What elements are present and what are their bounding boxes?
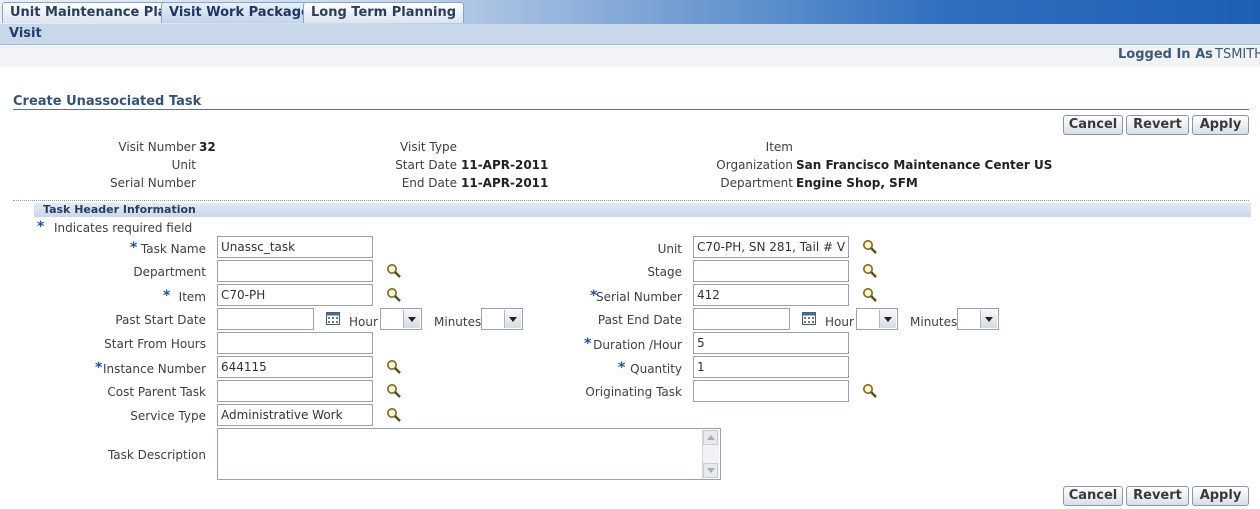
unit-field-label: Unit bbox=[657, 242, 682, 256]
past-end-date-input[interactable] bbox=[693, 308, 790, 330]
task-description-textarea[interactable] bbox=[217, 428, 721, 480]
hour-select[interactable] bbox=[380, 308, 422, 330]
scroll-down-icon[interactable] bbox=[703, 463, 718, 478]
quantity-input[interactable] bbox=[693, 356, 849, 378]
logged-in-user: TSMITH bbox=[1215, 47, 1260, 62]
search-icon[interactable] bbox=[862, 263, 878, 279]
past-end-date-label: Past End Date bbox=[597, 313, 682, 327]
start-from-hours-input[interactable] bbox=[217, 332, 373, 354]
search-icon[interactable] bbox=[862, 287, 878, 303]
title-divider bbox=[13, 109, 1249, 110]
originating-task-input[interactable] bbox=[693, 380, 849, 402]
scrollbar[interactable] bbox=[702, 430, 719, 478]
required-note: Indicates required field bbox=[54, 221, 193, 235]
minutes-select[interactable] bbox=[481, 308, 523, 330]
cost-parent-task-input[interactable] bbox=[217, 380, 373, 402]
apply-button[interactable]: Apply bbox=[1192, 115, 1249, 135]
stage-label: Stage bbox=[647, 265, 682, 279]
item-label: Item bbox=[178, 290, 206, 304]
task-name-input[interactable] bbox=[217, 236, 373, 258]
section-title: Task Header Information bbox=[43, 203, 196, 216]
service-type-input[interactable] bbox=[217, 404, 373, 426]
serial-number-input[interactable] bbox=[693, 284, 849, 306]
department-input[interactable] bbox=[217, 260, 373, 282]
user-bar bbox=[0, 45, 1260, 67]
start-date-value: 11-APR-2011 bbox=[461, 158, 549, 172]
stage-input[interactable] bbox=[693, 260, 849, 282]
past-start-date-label: Past Start Date bbox=[115, 313, 206, 327]
calendar-icon[interactable] bbox=[326, 311, 340, 325]
apply-button-bottom[interactable]: Apply bbox=[1192, 486, 1249, 506]
quantity-label: Quantity bbox=[630, 362, 682, 376]
end-date-label: End Date bbox=[401, 176, 457, 190]
duration-input[interactable] bbox=[693, 332, 849, 354]
cancel-button-bottom[interactable]: Cancel bbox=[1063, 486, 1123, 506]
scroll-up-icon[interactable] bbox=[703, 430, 718, 445]
logged-in-label: Logged In As bbox=[1118, 47, 1213, 62]
chevron-down-icon[interactable] bbox=[403, 310, 420, 328]
minutes-label: Minutes bbox=[910, 315, 958, 329]
originating-task-label: Originating Task bbox=[585, 385, 682, 399]
calendar-icon[interactable] bbox=[802, 311, 816, 325]
item-input[interactable] bbox=[217, 284, 373, 306]
tab-visit-work-package[interactable]: Visit Work Package bbox=[161, 2, 318, 23]
hour-label: Hour bbox=[349, 315, 378, 329]
search-icon[interactable] bbox=[386, 383, 402, 399]
start-date-label: Start Date bbox=[395, 158, 457, 172]
department-info-value: Engine Shop, SFM bbox=[796, 176, 918, 190]
instance-number-input[interactable] bbox=[217, 356, 373, 378]
search-icon[interactable] bbox=[386, 263, 402, 279]
revert-button-bottom[interactable]: Revert bbox=[1126, 486, 1189, 506]
section-divider bbox=[13, 200, 1249, 201]
required-star: * bbox=[37, 219, 45, 235]
visit-number-label: Visit Number bbox=[118, 140, 196, 154]
chevron-down-icon[interactable] bbox=[504, 310, 521, 328]
tab-long-term-planning[interactable]: Long Term Planning bbox=[303, 2, 465, 23]
serial-number-field-label: Serial Number bbox=[596, 290, 682, 304]
visit-type-label: Visit Type bbox=[400, 140, 457, 154]
search-icon[interactable] bbox=[862, 239, 878, 255]
department-label: Department bbox=[133, 265, 206, 279]
department-info-label: Department bbox=[720, 176, 793, 190]
search-icon[interactable] bbox=[386, 287, 402, 303]
start-from-hours-label: Start From Hours bbox=[104, 337, 206, 351]
task-description-label: Task Description bbox=[107, 448, 206, 462]
service-type-label: Service Type bbox=[130, 409, 206, 423]
task-name-label: Task Name bbox=[140, 242, 206, 256]
search-icon[interactable] bbox=[386, 359, 402, 375]
hour-select[interactable] bbox=[856, 308, 898, 330]
end-date-value: 11-APR-2011 bbox=[461, 176, 549, 190]
duration-label: Duration /Hour bbox=[593, 338, 682, 352]
past-start-date-input[interactable] bbox=[217, 308, 314, 330]
subtab-visit[interactable]: Visit bbox=[9, 26, 42, 41]
revert-button[interactable]: Revert bbox=[1126, 115, 1189, 135]
chevron-down-icon[interactable] bbox=[980, 310, 997, 328]
tab-unit-maintenance-plan[interactable]: Unit Maintenance Plan bbox=[2, 2, 184, 23]
unit-label: Unit bbox=[171, 158, 196, 172]
organization-label: Organization bbox=[716, 158, 793, 172]
instance-number-label: Instance Number bbox=[102, 362, 206, 376]
organization-value: San Francisco Maintenance Center US bbox=[796, 158, 1053, 172]
chevron-down-icon[interactable] bbox=[879, 310, 896, 328]
hour-label: Hour bbox=[825, 315, 854, 329]
minutes-select[interactable] bbox=[957, 308, 999, 330]
search-icon[interactable] bbox=[862, 383, 878, 399]
cancel-button[interactable]: Cancel bbox=[1063, 115, 1123, 135]
subtab-bar: Visit bbox=[0, 24, 1260, 45]
minutes-label: Minutes bbox=[434, 315, 482, 329]
serial-number-label: Serial Number bbox=[110, 176, 196, 190]
item-info-label: Item bbox=[765, 140, 793, 154]
visit-number-value: 32 bbox=[199, 140, 216, 154]
unit-input[interactable] bbox=[693, 236, 849, 258]
search-icon[interactable] bbox=[386, 407, 402, 423]
section-header: Task Header Information bbox=[34, 203, 1251, 217]
page-title: Create Unassociated Task bbox=[13, 94, 202, 109]
cost-parent-task-label: Cost Parent Task bbox=[107, 385, 206, 399]
